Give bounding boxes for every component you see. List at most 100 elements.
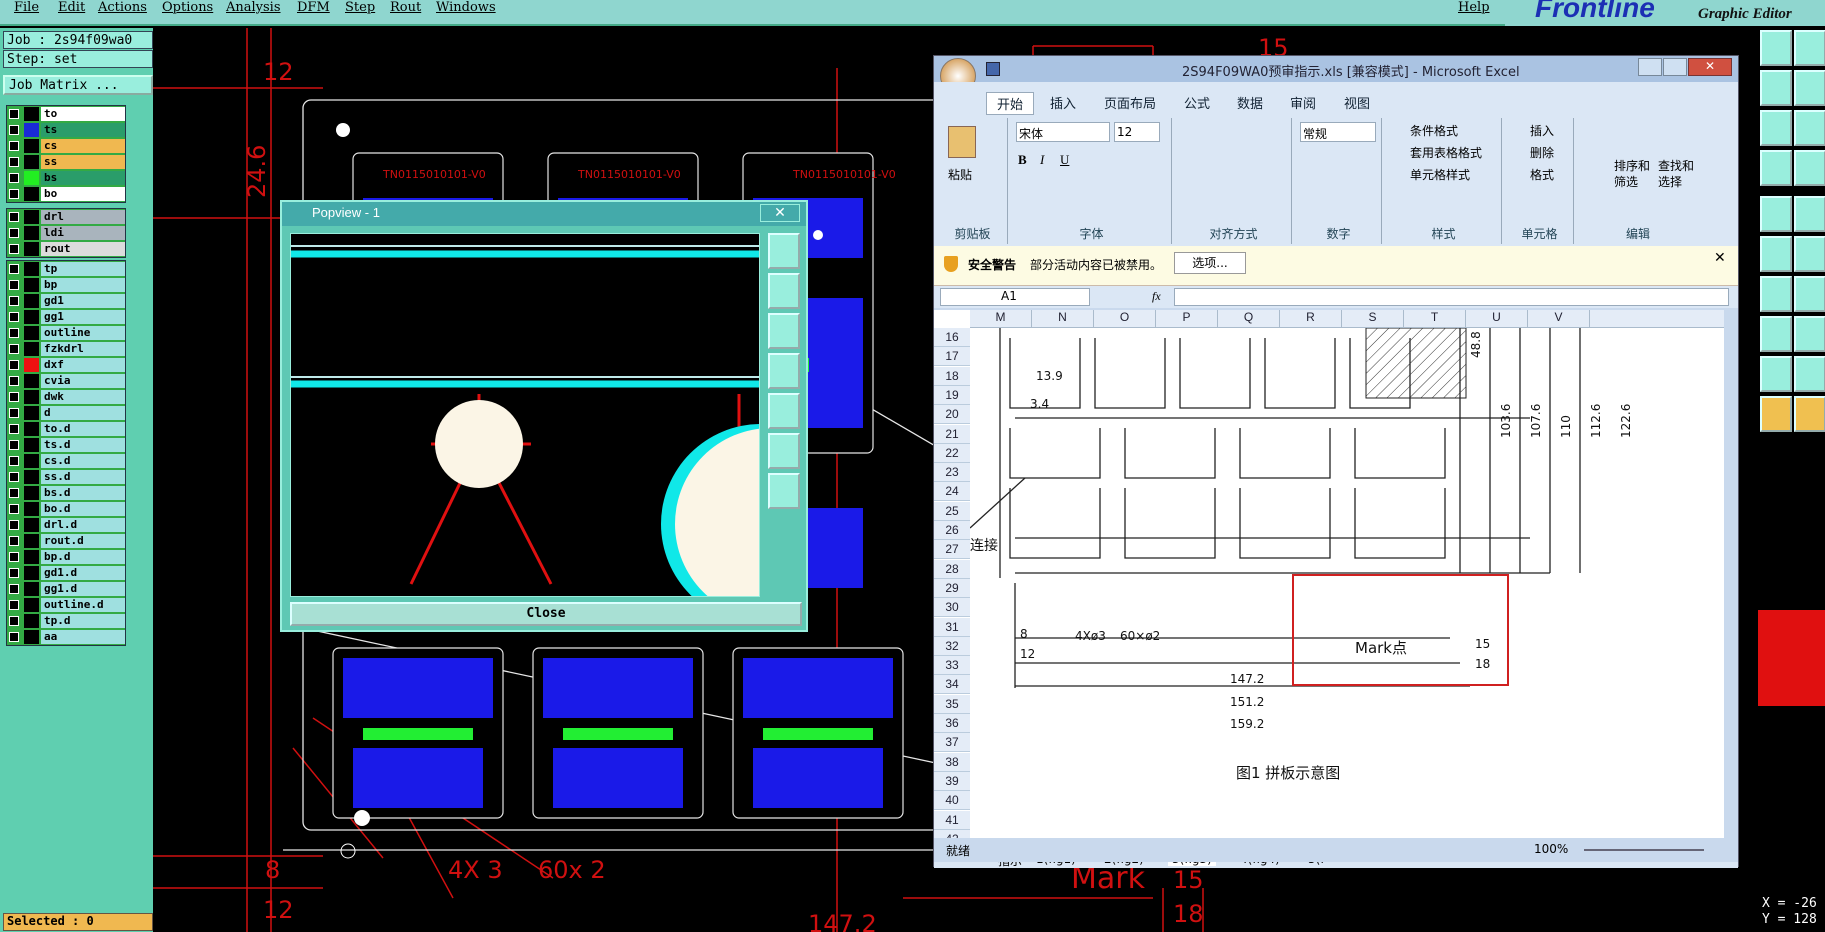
underline-icon[interactable]: U bbox=[1060, 152, 1069, 168]
pan-up-icon[interactable] bbox=[768, 273, 800, 309]
restore-icon[interactable] bbox=[1663, 58, 1687, 76]
layer-row[interactable]: bs.d bbox=[7, 485, 125, 501]
column-header-cell[interactable]: T bbox=[1404, 310, 1466, 328]
tab-data[interactable]: 数据 bbox=[1237, 93, 1263, 112]
layer-row[interactable]: ldi bbox=[7, 225, 125, 241]
column-header-cell[interactable]: S bbox=[1342, 310, 1404, 328]
formula-input[interactable] bbox=[1174, 288, 1729, 306]
layer-checkbox[interactable] bbox=[9, 296, 19, 306]
layer-checkbox[interactable] bbox=[9, 157, 19, 167]
menu-help[interactable]: Help bbox=[1458, 0, 1490, 15]
layer-color-swatch[interactable] bbox=[24, 171, 39, 185]
tab-home[interactable]: 开始 bbox=[986, 92, 1035, 115]
layer-color-swatch[interactable] bbox=[24, 566, 39, 580]
layer-row[interactable]: ts bbox=[7, 122, 125, 138]
layer-color-swatch[interactable] bbox=[24, 226, 39, 240]
zoom-slider[interactable] bbox=[1584, 849, 1704, 851]
layer-color-swatch[interactable] bbox=[24, 374, 39, 388]
layer-row[interactable]: ss.d bbox=[7, 469, 125, 485]
row-header-cell[interactable]: 19 bbox=[934, 385, 970, 405]
tool-9-icon[interactable] bbox=[1760, 196, 1792, 232]
layer-row[interactable]: bp.d bbox=[7, 549, 125, 565]
tab-view[interactable]: 视图 bbox=[1344, 93, 1370, 112]
row-header-cell[interactable]: 33 bbox=[934, 656, 970, 676]
tool-3-icon[interactable] bbox=[1760, 70, 1792, 106]
layer-row[interactable]: bs bbox=[7, 170, 125, 186]
column-header-cell[interactable]: N bbox=[1032, 310, 1094, 328]
row-header-cell[interactable]: 18 bbox=[934, 366, 970, 386]
layer-row[interactable]: gd1.d bbox=[7, 565, 125, 581]
job-matrix-button[interactable]: Job Matrix ... bbox=[3, 75, 153, 95]
pan-left-icon[interactable] bbox=[768, 353, 800, 389]
row-header-cell[interactable]: 17 bbox=[934, 347, 970, 367]
tool-1-icon[interactable] bbox=[1760, 30, 1792, 66]
layer-color-swatch[interactable] bbox=[24, 406, 39, 420]
layer-color-swatch[interactable] bbox=[24, 470, 39, 484]
layer-color-swatch[interactable] bbox=[24, 598, 39, 612]
layer-row[interactable]: tp.d bbox=[7, 613, 125, 629]
layer-row[interactable]: fzkdrl bbox=[7, 341, 125, 357]
row-header-cell[interactable]: 34 bbox=[934, 675, 970, 695]
layer-row[interactable]: bo bbox=[7, 186, 125, 202]
mini-map[interactable] bbox=[1758, 610, 1825, 706]
layer-row[interactable]: rout bbox=[7, 241, 125, 257]
layer-checkbox[interactable] bbox=[9, 228, 19, 238]
paste-icon[interactable] bbox=[948, 126, 976, 158]
number-format-select[interactable]: 常规 bbox=[1300, 122, 1376, 142]
layer-checkbox[interactable] bbox=[9, 600, 19, 610]
layer-checkbox[interactable] bbox=[9, 125, 19, 135]
layer-row[interactable]: gg1 bbox=[7, 309, 125, 325]
menu-file[interactable]: File bbox=[14, 0, 39, 15]
tab-layout[interactable]: 页面布局 bbox=[1104, 93, 1156, 112]
layer-row[interactable]: bp bbox=[7, 277, 125, 293]
row-header-cell[interactable]: 22 bbox=[934, 443, 970, 463]
layer-checkbox[interactable] bbox=[9, 552, 19, 562]
layer-checkbox[interactable] bbox=[9, 328, 19, 338]
layer-color-swatch[interactable] bbox=[24, 582, 39, 596]
row-header-cell[interactable]: 21 bbox=[934, 424, 970, 444]
font-name-select[interactable]: 宋体 bbox=[1016, 122, 1110, 142]
layer-color-swatch[interactable] bbox=[24, 358, 39, 372]
layer-color-swatch[interactable] bbox=[24, 614, 39, 628]
cell-style-button[interactable]: 单元格样式 bbox=[1410, 166, 1470, 183]
tool-6-icon[interactable] bbox=[1794, 110, 1825, 146]
minimize-icon[interactable] bbox=[1638, 58, 1662, 76]
pan-down-icon[interactable] bbox=[768, 313, 800, 349]
layer-color-swatch[interactable] bbox=[24, 486, 39, 500]
layer-checkbox[interactable] bbox=[9, 472, 19, 482]
save-icon[interactable] bbox=[986, 62, 1000, 76]
paste-button[interactable]: 粘贴 bbox=[948, 166, 972, 183]
layer-checkbox[interactable] bbox=[9, 536, 19, 546]
layer-row[interactable]: tp bbox=[7, 261, 125, 277]
row-header-cell[interactable]: 36 bbox=[934, 714, 970, 733]
row-header-cell[interactable]: 26 bbox=[934, 521, 970, 540]
column-header-cell[interactable]: P bbox=[1156, 310, 1218, 328]
layer-row[interactable]: gd1 bbox=[7, 293, 125, 309]
row-header-cell[interactable]: 28 bbox=[934, 559, 970, 579]
row-header-cell[interactable]: 31 bbox=[934, 617, 970, 637]
layer-row[interactable]: to.d bbox=[7, 421, 125, 437]
tab-review[interactable]: 审阅 bbox=[1290, 93, 1316, 112]
layer-color-swatch[interactable] bbox=[24, 534, 39, 548]
layer-checkbox[interactable] bbox=[9, 488, 19, 498]
zoom-fit-icon[interactable] bbox=[768, 233, 800, 269]
security-options-button[interactable]: 选项... bbox=[1174, 252, 1246, 274]
layer-checkbox[interactable] bbox=[9, 616, 19, 626]
layer-color-swatch[interactable] bbox=[24, 390, 39, 404]
layer-checkbox[interactable] bbox=[9, 109, 19, 119]
sort-filter-button[interactable]: 排序和 筛选 bbox=[1614, 158, 1650, 190]
menu-actions[interactable]: Actions bbox=[98, 0, 147, 15]
row-header-cell[interactable]: 23 bbox=[934, 463, 970, 483]
layer-checkbox[interactable] bbox=[9, 504, 19, 514]
layer-checkbox[interactable] bbox=[9, 344, 19, 354]
popview-close-icon[interactable]: ✕ bbox=[760, 204, 800, 222]
layer-checkbox[interactable] bbox=[9, 632, 19, 642]
tool-7-icon[interactable] bbox=[1760, 150, 1792, 186]
row-header-cell[interactable]: 40 bbox=[934, 791, 970, 811]
sheet-area[interactable]: MNOPQRSTUV 16 17 18 19 20 21 22 23 24 25 26 27 28 29 3… bbox=[934, 310, 1724, 850]
menu-windows[interactable]: Windows bbox=[436, 0, 496, 15]
layer-color-swatch[interactable] bbox=[24, 550, 39, 564]
row-header-cell[interactable]: 41 bbox=[934, 810, 970, 830]
menu-step[interactable]: Step bbox=[345, 0, 375, 15]
layer-row[interactable]: gg1.d bbox=[7, 581, 125, 597]
